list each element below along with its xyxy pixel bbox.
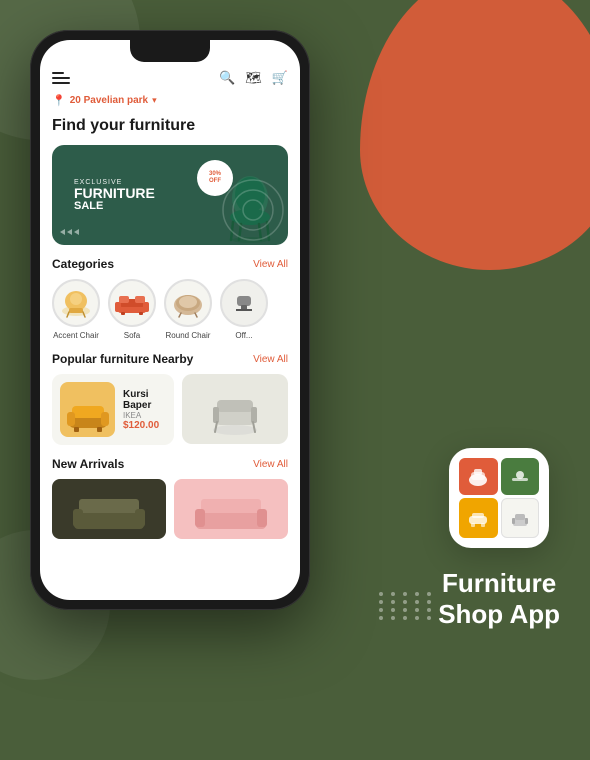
category-sofa[interactable]: Sofa xyxy=(108,279,156,340)
office-label: Off... xyxy=(235,331,252,340)
sofa-circle xyxy=(108,279,156,327)
app-icon-cell-3 xyxy=(459,498,498,538)
new-arrivals-view-all[interactable]: View All xyxy=(253,459,288,470)
office-circle xyxy=(220,279,268,327)
popular-header: Popular furniture Nearby View All xyxy=(52,352,288,366)
promo-banner[interactable]: EXCLUSIVE FURNITURE SALE 30% OFF xyxy=(52,145,288,245)
banner-text: EXCLUSIVE FURNITURE SALE xyxy=(64,179,155,212)
category-office[interactable]: Off... xyxy=(220,279,268,340)
location-text: 20 Pavelian park xyxy=(70,95,148,106)
right-panel: Furniture Shop App xyxy=(438,448,560,630)
app-icon xyxy=(449,448,549,548)
accent-chair-circle xyxy=(52,279,100,327)
phone-notch xyxy=(130,40,210,62)
category-accent-chair[interactable]: Accent Chair xyxy=(52,279,100,340)
banner-furniture-label: FURNITURE xyxy=(74,186,155,200)
popular-product-image xyxy=(60,382,115,437)
arrival-card-2[interactable] xyxy=(174,479,288,539)
search-icon[interactable]: 🔍 xyxy=(219,70,235,86)
category-round-chair[interactable]: Round Chair xyxy=(164,279,212,340)
cart-icon[interactable]: 🛒 xyxy=(272,70,288,86)
product-price: $120.00 xyxy=(123,420,166,431)
app-icon-cell-4 xyxy=(501,498,540,538)
banner-exclusive-label: EXCLUSIVE xyxy=(74,179,155,186)
banner-sale-label: SALE xyxy=(74,200,155,212)
dots-decoration xyxy=(379,592,435,620)
arrival-card-1[interactable] xyxy=(52,479,166,539)
location-bar[interactable]: 📍 20 Pavelian park ▾ xyxy=(52,94,288,107)
accent-chair-label: Accent Chair xyxy=(53,331,99,340)
page-title: Find your furniture xyxy=(52,117,288,135)
app-title: Furniture Shop App xyxy=(438,568,560,630)
popular-view-all[interactable]: View All xyxy=(253,354,288,365)
sofa-label: Sofa xyxy=(124,331,140,340)
location-pin-icon: 📍 xyxy=(52,94,66,107)
new-arrivals-row xyxy=(52,479,288,539)
top-bar: 🔍 🗺 🛒 xyxy=(52,70,288,86)
popular-row: Kursi Baper IKEA $120.00 xyxy=(52,374,288,445)
location-dropdown-icon: ▾ xyxy=(152,95,157,106)
round-chair-circle xyxy=(164,279,212,327)
phone-screen: 🔍 🗺 🛒 📍 20 Pavelian park ▾ Find your fur… xyxy=(40,40,300,600)
menu-icon[interactable] xyxy=(52,72,70,84)
bg-decoration-coral xyxy=(360,0,590,270)
product-brand: IKEA xyxy=(123,411,166,420)
popular-product-info: Kursi Baper IKEA $120.00 xyxy=(123,389,166,431)
popular-title: Popular furniture Nearby xyxy=(52,352,193,366)
categories-view-all[interactable]: View All xyxy=(253,259,288,270)
app-icon-cell-2 xyxy=(501,458,540,496)
map-icon[interactable]: 🗺 xyxy=(245,70,262,86)
categories-header: Categories View All xyxy=(52,257,288,271)
product-name: Kursi Baper xyxy=(123,389,166,411)
categories-title: Categories xyxy=(52,257,114,271)
banner-arrows xyxy=(60,229,79,235)
categories-row: Accent Chair xyxy=(52,279,288,340)
phone-mockup: 🔍 🗺 🛒 📍 20 Pavelian park ▾ Find your fur… xyxy=(30,30,310,730)
popular-card-2[interactable] xyxy=(182,374,288,444)
popular-card-1[interactable]: Kursi Baper IKEA $120.00 xyxy=(52,374,174,445)
app-icon-cell-1 xyxy=(459,458,498,496)
new-arrivals-title: New Arrivals xyxy=(52,457,124,471)
new-arrivals-header: New Arrivals View All xyxy=(52,457,288,471)
round-chair-label: Round Chair xyxy=(166,331,211,340)
